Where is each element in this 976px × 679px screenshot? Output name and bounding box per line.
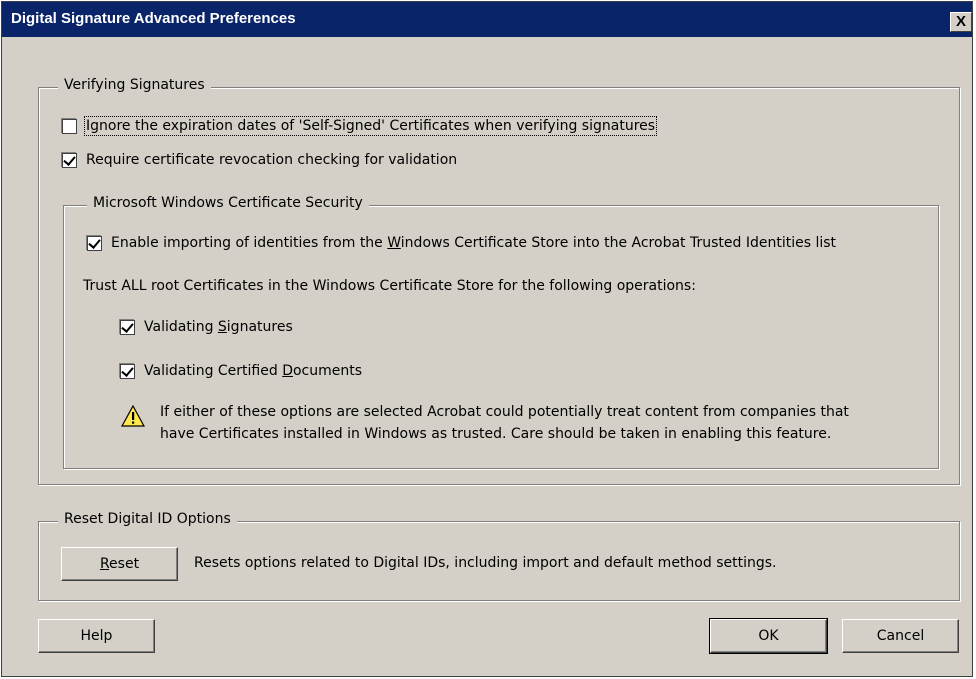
- validating-documents-checkbox-row[interactable]: Validating Certified Documents: [120, 363, 362, 379]
- ok-button[interactable]: OK: [709, 618, 828, 654]
- title-bar: Digital Signature Advanced Preferences X: [2, 2, 972, 37]
- validating-signatures-label-mnemonic: S: [217, 319, 227, 335]
- validating-signatures-checkbox[interactable]: [120, 319, 135, 335]
- validating-documents-checkbox[interactable]: [120, 363, 135, 379]
- validating-documents-label-mnemonic: D: [282, 363, 293, 379]
- enable-import-checkbox-row[interactable]: Enable importing of identities from the …: [87, 235, 836, 251]
- validating-signatures-label[interactable]: Validating Signatures: [144, 319, 293, 335]
- verifying-signatures-legend: Verifying Signatures: [58, 77, 211, 93]
- reset-button-mnemonic: R: [99, 556, 110, 572]
- warning-triangle-icon: [120, 404, 146, 427]
- reset-digital-id-legend: Reset Digital ID Options: [58, 511, 237, 527]
- warning-text-line2: have Certificates installed in Windows a…: [160, 426, 832, 442]
- help-button[interactable]: Help: [38, 619, 155, 653]
- validating-documents-label[interactable]: Validating Certified Documents: [144, 363, 362, 379]
- dialog-title: Digital Signature Advanced Preferences: [11, 10, 296, 27]
- enable-import-label-pre: Enable importing of identities from the: [111, 235, 388, 251]
- reset-button[interactable]: Reset: [61, 547, 178, 581]
- ignore-expiration-checkbox[interactable]: [62, 118, 77, 134]
- ignore-expiration-checkbox-row[interactable]: Ignore the expiration dates of 'Self-Sig…: [62, 116, 658, 136]
- windows-certificate-security-legend: Microsoft Windows Certificate Security: [87, 195, 369, 211]
- require-revocation-checkbox[interactable]: [62, 152, 77, 168]
- reset-description: Resets options related to Digital IDs, i…: [194, 555, 777, 571]
- close-icon: X: [955, 13, 966, 30]
- validating-signatures-checkbox-row[interactable]: Validating Signatures: [120, 319, 293, 335]
- warning-text-line1: If either of these options are selected …: [160, 404, 849, 420]
- enable-import-checkbox[interactable]: [87, 235, 102, 251]
- enable-import-label-mnemonic: W: [387, 235, 401, 251]
- validating-signatures-label-post: ignatures: [226, 319, 293, 335]
- require-revocation-label[interactable]: Require certificate revocation checking …: [86, 152, 457, 168]
- enable-import-label-post: indows Certificate Store into the Acroba…: [400, 235, 837, 251]
- reset-button-label: eset: [109, 556, 140, 572]
- validating-signatures-label-pre: Validating: [144, 319, 218, 335]
- ignore-expiration-label[interactable]: Ignore the expiration dates of 'Self-Sig…: [83, 116, 658, 136]
- require-revocation-checkbox-row[interactable]: Require certificate revocation checking …: [62, 152, 457, 168]
- cancel-button[interactable]: Cancel: [842, 619, 959, 653]
- validating-documents-label-pre: Validating Certified: [144, 363, 283, 379]
- enable-import-label[interactable]: Enable importing of identities from the …: [111, 235, 836, 251]
- close-button[interactable]: X: [950, 12, 972, 32]
- dialog-window: Digital Signature Advanced Preferences X…: [1, 1, 973, 677]
- trust-root-certificates-text: Trust ALL root Certificates in the Windo…: [83, 278, 696, 294]
- validating-documents-label-post: ocuments: [292, 363, 363, 379]
